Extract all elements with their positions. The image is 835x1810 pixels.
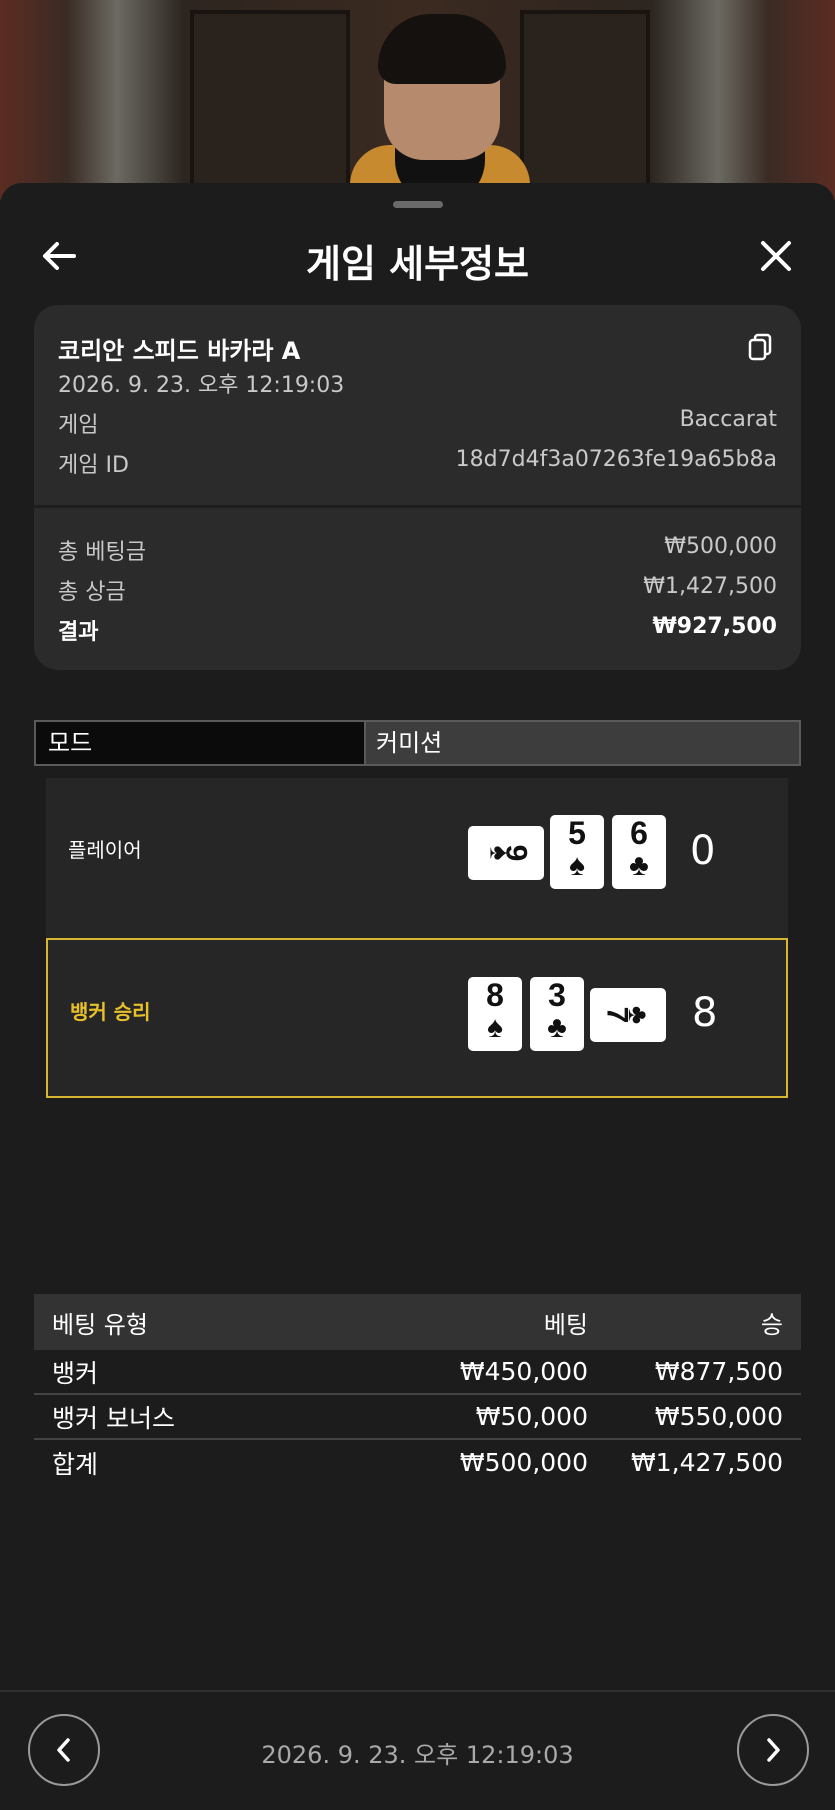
result-label: 결과 [58, 620, 99, 645]
game-name: 코리안 스피드 바카라 A [58, 337, 301, 365]
card-suit: ♠ [569, 849, 585, 882]
banker-score: 8 [692, 990, 718, 1036]
bet-type-cell: 뱅커 [52, 1358, 99, 1388]
player-card-3: 6 ♣ [612, 815, 666, 889]
win-amount-cell: ₩550,000 [654, 1402, 783, 1431]
card-suit: ♠ [487, 1011, 503, 1044]
player-card-1: ♠ 9 [468, 826, 544, 880]
copy-icon [748, 333, 772, 361]
total-bet-row: 총 베팅금 ₩500,000 [58, 534, 777, 566]
mode-bar: 모드 커미션 [34, 720, 801, 766]
banker-card-2: 3 ♣ [530, 977, 584, 1051]
sheet-drag-handle[interactable] [393, 201, 443, 208]
result-row: 결과 ₩927,500 [58, 614, 777, 646]
mode-label: 모드 [34, 720, 366, 766]
game-type-row: 게임 Baccarat [58, 407, 777, 439]
footer-divider [0, 1690, 835, 1692]
column-header-bet-type: 베팅 유형 [52, 1310, 148, 1339]
bet-type-cell: 뱅커 보너스 [52, 1403, 175, 1433]
banker-card-3: 7 ♣ [590, 988, 666, 1042]
decor-panel-right [520, 10, 650, 190]
card-divider [34, 505, 801, 508]
player-score: 0 [690, 828, 716, 874]
bet-amount-cell: ₩50,000 [475, 1402, 588, 1431]
table-header: 베팅 유형 베팅 승 [34, 1294, 801, 1350]
dealer-hair [378, 14, 506, 84]
banker-card-1: 8 ♠ [468, 977, 522, 1051]
page-title: 게임 세부정보 [306, 242, 529, 286]
sheet-header: 게임 세부정보 [0, 223, 835, 293]
total-payout-value: ₩1,427,500 [643, 574, 777, 599]
result-value: ₩927,500 [652, 614, 777, 639]
bet-amount-cell: ₩450,000 [459, 1357, 588, 1386]
game-type-label: 게임 [58, 413, 99, 438]
next-round-button[interactable] [737, 1714, 809, 1786]
card-suit: ♣ [623, 1005, 655, 1025]
banker-label: 뱅커 승리 [70, 1000, 151, 1024]
total-payout-label: 총 상금 [58, 580, 126, 605]
total-label-cell: 합계 [52, 1449, 99, 1479]
table-total-row: 합계 ₩500,000 ₩1,427,500 [34, 1440, 801, 1485]
game-id-row: 게임 ID 18d7d4f3a07263fe19a65b8a [58, 447, 777, 479]
game-datetime: 2026. 9. 23. 오후 12:19:03 [58, 373, 345, 398]
card-rank: 8 [486, 977, 504, 1013]
card-suit: ♣ [629, 849, 649, 882]
total-bet-label: 총 베팅금 [58, 540, 146, 565]
table-row: 뱅커 보너스 ₩50,000 ₩550,000 [34, 1395, 801, 1440]
player-hand: 플레이어 ♠ 9 5 ♠ 6 ♣ 0 [46, 778, 788, 938]
card-rank: 9 [499, 844, 533, 862]
total-payout-row: 총 상금 ₩1,427,500 [58, 574, 777, 606]
mode-value: 커미션 [366, 720, 801, 766]
column-header-win: 승 [760, 1310, 783, 1339]
close-icon [761, 241, 791, 271]
game-id-value[interactable]: 18d7d4f3a07263fe19a65b8a [456, 447, 777, 479]
banker-hand: 뱅커 승리 8 ♠ 3 ♣ 7 ♣ 8 [46, 938, 788, 1098]
close-button[interactable] [753, 233, 799, 279]
win-amount-cell: ₩877,500 [654, 1357, 783, 1386]
card-rank: 3 [548, 977, 566, 1013]
column-header-bet: 베팅 [543, 1310, 588, 1339]
total-bet-value: ₩500,000 [664, 534, 777, 559]
bets-table: 베팅 유형 베팅 승 뱅커 ₩450,000 ₩877,500 뱅커 보너스 ₩… [34, 1294, 801, 1485]
decor-panel-left [190, 10, 350, 190]
game-id-label: 게임 ID [58, 453, 129, 478]
table-row: 뱅커 ₩450,000 ₩877,500 [34, 1350, 801, 1395]
chevron-right-icon [767, 1738, 780, 1762]
card-rank: 6 [630, 815, 648, 851]
total-bet-cell: ₩500,000 [459, 1448, 588, 1477]
card-rank: 5 [568, 815, 586, 851]
player-card-2: 5 ♠ [550, 815, 604, 889]
game-info-card: 코리안 스피드 바카라 A 2026. 9. 23. 오후 12:19:03 게… [34, 305, 801, 670]
card-suit: ♣ [547, 1011, 567, 1044]
total-win-cell: ₩1,427,500 [631, 1448, 783, 1477]
footer-datetime: 2026. 9. 23. 오후 12:19:03 [261, 1741, 574, 1769]
live-dealer-video-background [0, 0, 835, 200]
game-details-sheet: 게임 세부정보 코리안 스피드 바카라 A 2026. 9. 23. 오후 12… [0, 183, 835, 1810]
copy-button[interactable] [747, 333, 773, 361]
game-type-value: Baccarat [679, 407, 777, 432]
player-label: 플레이어 [68, 838, 142, 862]
